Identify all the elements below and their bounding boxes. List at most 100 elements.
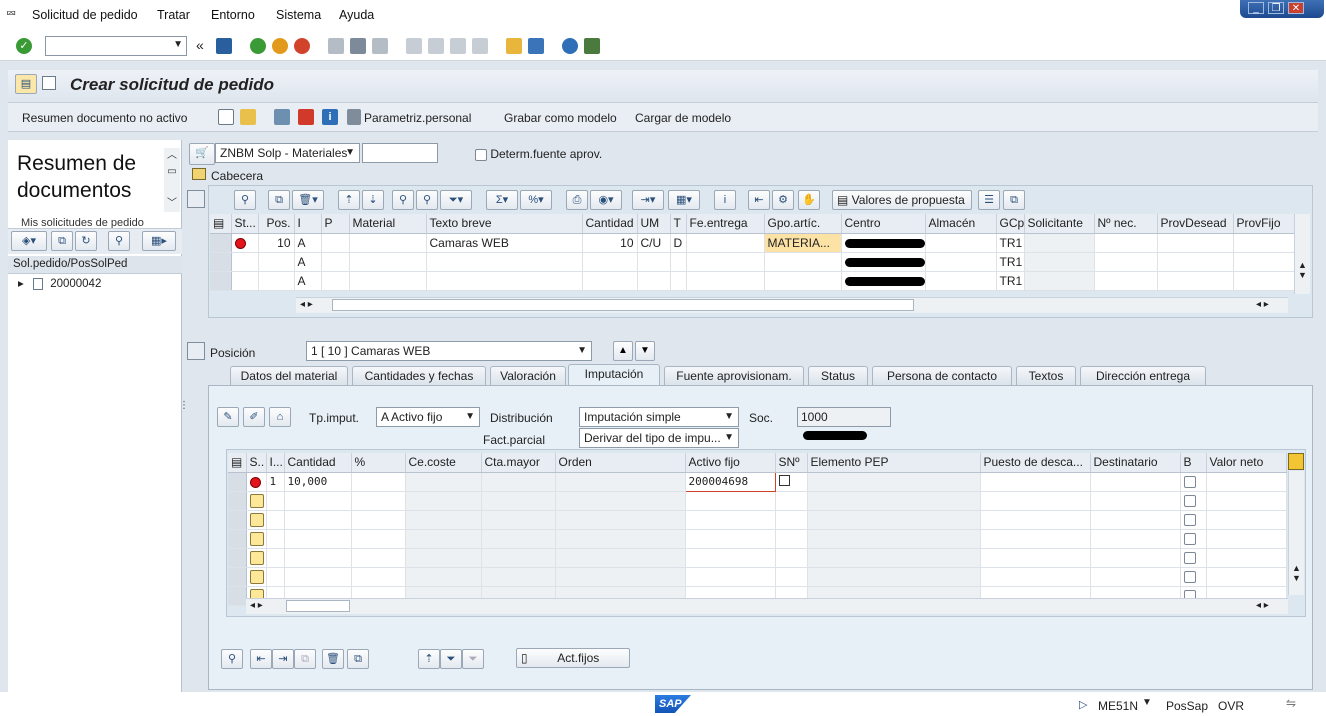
activo-fijo-cell[interactable]: [685, 548, 776, 568]
checkbox[interactable]: [1183, 476, 1196, 489]
cta-mayor-cell[interactable]: [481, 548, 556, 568]
sort-desc-icon[interactable]: ⇣: [362, 190, 384, 210]
details-icon[interactable]: ⚲: [234, 190, 256, 210]
table-row[interactable]: [228, 529, 1287, 549]
elemento-pep-cell[interactable]: [807, 529, 981, 549]
col-activo-fijo[interactable]: Activo fijo: [685, 453, 776, 473]
insert-row-icon[interactable]: ⇤: [250, 649, 272, 669]
i-cell[interactable]: 1: [266, 472, 285, 492]
prov-fijo-cell[interactable]: [1233, 271, 1300, 291]
layout-icon[interactable]: [584, 38, 600, 54]
elemento-pep-cell[interactable]: [807, 567, 981, 587]
items-vscroll[interactable]: ▲ ▼: [1294, 214, 1310, 294]
almacen-cell[interactable]: [925, 233, 997, 253]
sort-desc-icon[interactable]: ⏷: [440, 649, 462, 669]
cantidad-cell[interactable]: [284, 548, 352, 568]
col-i[interactable]: I...: [266, 453, 285, 473]
checkbox[interactable]: [1183, 571, 1196, 584]
tab-valoracion[interactable]: Valoración: [490, 366, 566, 385]
material-cell[interactable]: [349, 233, 427, 253]
layout-icon[interactable]: ▦▾: [668, 190, 700, 210]
transaction-code[interactable]: ME51N: [1098, 699, 1138, 713]
destinatario-cell[interactable]: [1090, 491, 1181, 511]
b-cell[interactable]: [1180, 510, 1207, 530]
cta-mayor-cell[interactable]: [481, 567, 556, 587]
orden-cell[interactable]: [555, 491, 686, 511]
select-layout-icon[interactable]: ◈▾: [11, 231, 47, 251]
checkbox[interactable]: [1183, 552, 1196, 565]
scroll-thumb[interactable]: [286, 600, 350, 612]
col-status[interactable]: St...: [231, 214, 259, 234]
row-selector[interactable]: [228, 586, 247, 606]
col-i[interactable]: I: [294, 214, 322, 234]
cta-mayor-cell[interactable]: [481, 472, 556, 492]
i-cell[interactable]: A: [294, 252, 322, 272]
cta-mayor-cell[interactable]: [481, 529, 556, 549]
destinatario-cell[interactable]: [1090, 567, 1181, 587]
close-icon[interactable]: ✕: [1288, 2, 1304, 14]
col-prov-fijo[interactable]: ProvFijo: [1233, 214, 1300, 234]
row-selector[interactable]: [228, 567, 247, 587]
p-cell[interactable]: [321, 252, 350, 272]
refresh-icon[interactable]: ↻: [75, 231, 97, 251]
puesto-descarga-cell[interactable]: [980, 510, 1091, 530]
doc-type-select[interactable]: ZNBM Solp - Materiales ▼: [215, 143, 360, 163]
back-icon[interactable]: [250, 38, 266, 54]
solicitante-cell[interactable]: [1024, 252, 1095, 272]
doc-summary-button[interactable]: Resumen documento no activo: [22, 111, 187, 125]
col-elemento-pep[interactable]: Elemento PEP: [807, 453, 981, 473]
prov-fijo-cell[interactable]: [1233, 252, 1300, 272]
load-template-button[interactable]: Cargar de modelo: [635, 111, 731, 125]
destinatario-cell[interactable]: [1090, 472, 1181, 492]
table-row[interactable]: [228, 548, 1287, 568]
material-cell[interactable]: [349, 252, 427, 272]
col-texto-breve[interactable]: Texto breve: [426, 214, 583, 234]
row-selector[interactable]: [228, 529, 247, 549]
col-ce-coste[interactable]: Ce.coste: [405, 453, 482, 473]
b-cell[interactable]: [1180, 491, 1207, 511]
almacen-cell[interactable]: [925, 271, 997, 291]
pos-cell[interactable]: 10: [258, 233, 295, 253]
row-selector[interactable]: [228, 491, 247, 511]
b-cell[interactable]: [1180, 472, 1207, 492]
cantidad-cell[interactable]: [582, 252, 638, 272]
percent-cell[interactable]: [351, 548, 406, 568]
act-fijos-button[interactable]: ▯ Act.fijos: [516, 648, 630, 668]
menu-tratar[interactable]: Tratar: [157, 8, 190, 22]
tab-direccion-entrega[interactable]: Dirección entrega: [1080, 366, 1206, 385]
gpo-artic-cell[interactable]: [764, 271, 842, 291]
valores-propuesta-button[interactable]: ▤ Valores de propuesta: [832, 190, 972, 210]
cantidad-cell[interactable]: [284, 529, 352, 549]
cta-mayor-cell[interactable]: [481, 491, 556, 511]
prov-desead-cell[interactable]: [1157, 271, 1234, 291]
print-icon[interactable]: [328, 38, 344, 54]
template-icon[interactable]: ⧉: [1003, 190, 1025, 210]
sum-icon[interactable]: Σ▾: [486, 190, 518, 210]
row-selector[interactable]: [228, 472, 247, 492]
append-row-icon[interactable]: ⇥: [272, 649, 294, 669]
cantidad-cell[interactable]: 10: [582, 233, 638, 253]
info-icon[interactable]: i: [322, 109, 338, 125]
chevron-down-icon[interactable]: ▼: [1142, 697, 1152, 708]
binoculars-icon[interactable]: ⚲: [108, 231, 130, 251]
col-valor-neto[interactable]: Valor neto: [1206, 453, 1287, 473]
tab-textos[interactable]: Textos: [1016, 366, 1076, 385]
p-cell[interactable]: [321, 233, 350, 253]
cta-mayor-cell[interactable]: [481, 510, 556, 530]
copy-row-icon[interactable]: ⧉: [347, 649, 369, 669]
table-row[interactable]: 1 10,000 200004698: [228, 471, 1287, 492]
b-cell[interactable]: [1180, 529, 1207, 549]
elemento-pep-cell[interactable]: [807, 510, 981, 530]
scroll-right-icon[interactable]: ◂ ▸: [1256, 299, 1269, 310]
details-icon[interactable]: ⚲: [221, 649, 243, 669]
gcp-cell[interactable]: TR1: [996, 271, 1025, 291]
gcp-cell[interactable]: TR1: [996, 252, 1025, 272]
services-icon[interactable]: ⚙: [772, 190, 794, 210]
p-cell[interactable]: [321, 271, 350, 291]
prev-item-icon[interactable]: ▲: [613, 341, 633, 361]
copy-row-icon[interactable]: ⧉: [268, 190, 290, 210]
prov-desead-cell[interactable]: [1157, 252, 1234, 272]
i-cell[interactable]: [266, 491, 285, 511]
personal-settings-icon[interactable]: [347, 109, 361, 125]
valor-neto-cell[interactable]: [1206, 472, 1287, 492]
